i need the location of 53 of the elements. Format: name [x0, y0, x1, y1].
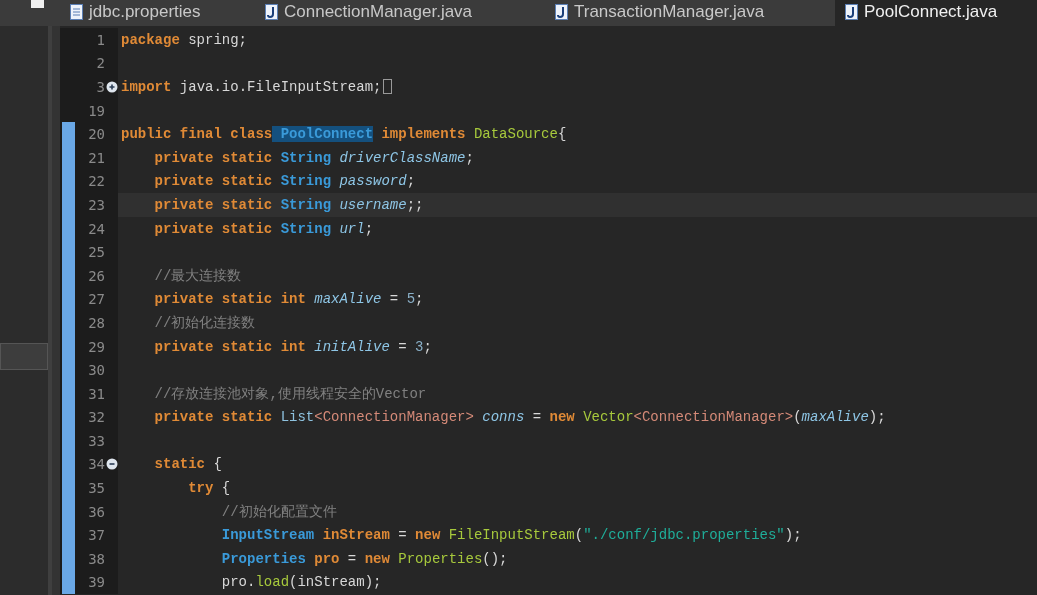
line-number: 20 [87, 126, 105, 143]
line-number: 31 [87, 385, 105, 402]
line-number: 28 [87, 314, 105, 331]
code-line: private static String username;; [153, 195, 424, 214]
code-line: //初始化配置文件 [220, 502, 337, 521]
line-number: 22 [87, 173, 105, 190]
code-line: //存放连接池对象,使用线程安全的Vector [153, 384, 427, 403]
view-icon[interactable] [30, 0, 44, 8]
code-line: private static int initAlive = 3; [153, 337, 432, 356]
code-line: private static int maxAlive = 5; [153, 290, 424, 309]
scroll-thumb[interactable] [0, 343, 48, 370]
java-file-icon [845, 4, 858, 20]
line-number: 24 [87, 220, 105, 237]
code-line: package spring; [121, 30, 248, 49]
line-number: 29 [87, 338, 105, 355]
code-line: private static List<ConnectionManager> conns = new Vector<ConnectionManager>(maxAlive); [153, 408, 886, 427]
collapse-icon[interactable] [105, 458, 118, 471]
line-number: 36 [87, 503, 105, 520]
line-number: 19 [87, 102, 105, 119]
line-number: 25 [87, 244, 105, 261]
java-file-icon [265, 4, 278, 20]
line-number: 3 [95, 79, 105, 95]
code-line: private static String password; [153, 172, 416, 191]
code-line: pro.load(inStream); [220, 573, 382, 592]
line-number: 34 [87, 456, 105, 473]
expand-icon[interactable] [105, 81, 118, 93]
line-number: 2 [95, 55, 105, 72]
editor-tab[interactable]: PoolConnect.java [835, 0, 1037, 26]
code-line: public final class PoolConnect implements DataSource{ [121, 125, 567, 144]
code-line: private static String driverClassName; [153, 148, 474, 167]
line-number: 33 [87, 432, 105, 449]
code-line: InputStream inStream = new FileInputStream("./conf/jdbc.properties"); [220, 526, 802, 545]
line-number: 37 [87, 527, 105, 544]
code-line: //初始化连接数 [153, 313, 256, 332]
line-number: 32 [87, 409, 105, 426]
line-number: 39 [87, 574, 105, 591]
line-number: 26 [87, 267, 105, 284]
code-line: //最大连接数 [153, 266, 242, 285]
code-line: private static String url; [153, 219, 374, 238]
line-number: 21 [87, 149, 105, 166]
code-line: Properties pro = new Properties(); [220, 549, 508, 568]
java-file-icon [555, 4, 568, 20]
line-number: 35 [87, 480, 105, 497]
folded-code-marker[interactable] [383, 79, 393, 95]
code-line: try { [187, 479, 231, 498]
code-line: static { [153, 455, 222, 474]
line-number: 1 [95, 31, 105, 48]
line-number: 30 [87, 362, 105, 379]
line-number: 38 [87, 550, 105, 567]
document-icon [70, 4, 83, 20]
line-number: 23 [87, 196, 105, 213]
code-line: import java.io.FileInputStream; [121, 78, 382, 96]
line-number: 27 [87, 291, 105, 308]
